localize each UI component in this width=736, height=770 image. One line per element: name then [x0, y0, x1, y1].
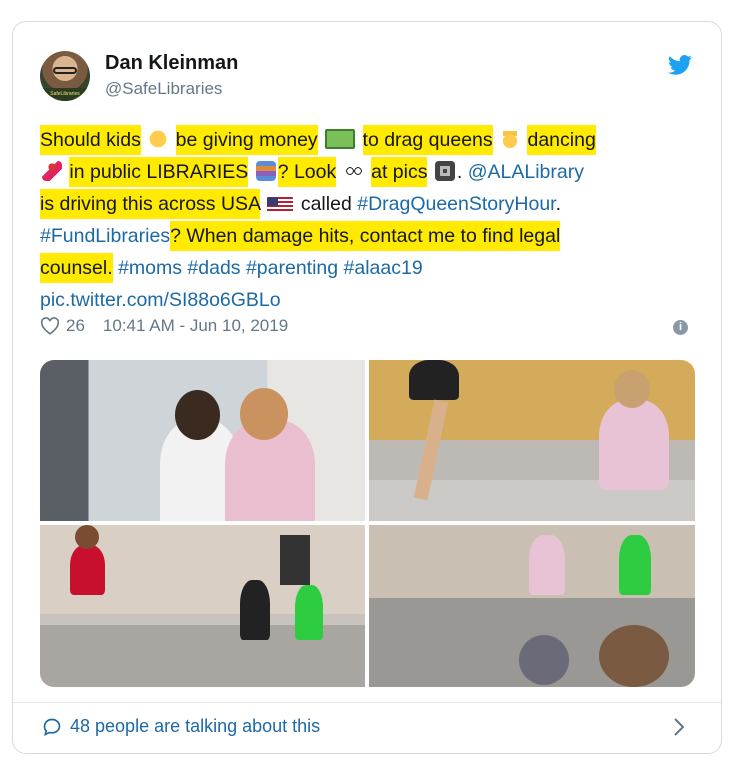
talking-link[interactable]: 48 people are talking about this: [42, 716, 320, 737]
tweet-text-segment: counsel.: [40, 253, 113, 283]
child-head: [240, 388, 288, 440]
author-avatar[interactable]: SafeLibraries: [40, 51, 90, 101]
avatar-glasses: [53, 67, 77, 74]
tweet-text: Should kids be giving money to drag quee…: [40, 124, 700, 316]
footer-divider: [13, 702, 721, 703]
child-figure: [295, 585, 323, 640]
tweet-timestamp[interactable]: 10:41 AM - Jun 10, 2019: [103, 316, 288, 336]
author-name[interactable]: Dan Kleinman: [105, 52, 238, 75]
talking-label: 48 people are talking about this: [70, 716, 321, 736]
mention-link[interactable]: @ALALibrary: [468, 161, 584, 183]
hashtag-link[interactable]: #FundLibraries: [40, 225, 170, 247]
media-grid[interactable]: [40, 360, 695, 687]
like-count[interactable]: 26: [66, 316, 85, 336]
tweet-text-segment: in public LIBRARIES: [69, 157, 249, 187]
tweet-text-segment: called: [295, 193, 358, 215]
speaker: [280, 535, 310, 585]
photo-3[interactable]: [40, 525, 365, 687]
child-figure: [240, 580, 270, 640]
camera-icon: [434, 161, 455, 181]
tweet-text-segment: ? When damage hits, contact me to find l…: [170, 221, 561, 251]
avatar-caption: SafeLibraries: [40, 88, 90, 101]
child-figure: [599, 400, 669, 490]
heart-icon[interactable]: [40, 317, 60, 335]
princess-icon: [500, 129, 521, 149]
photo-2[interactable]: [369, 360, 695, 521]
tweet-text-segment: at pics: [371, 157, 428, 187]
eyes-icon: [343, 161, 364, 181]
audience-head: [519, 635, 569, 685]
performer-figure: [70, 545, 105, 595]
tweet-text-segment: .: [555, 193, 562, 215]
dancer-icon: [42, 161, 62, 181]
child-head: [175, 390, 220, 440]
author-handle[interactable]: @SafeLibraries: [105, 79, 222, 99]
tweet-text-segment: be giving money: [175, 125, 318, 155]
audience-head: [599, 625, 669, 687]
tweet-meta: 26 10:41 AM - Jun 10, 2019: [40, 316, 288, 336]
tweet-text-segment: dancing: [527, 125, 596, 155]
chevron-right-icon[interactable]: [672, 716, 686, 738]
child-head: [614, 370, 650, 408]
info-icon[interactable]: i: [673, 320, 688, 335]
child-face-icon: [148, 129, 169, 149]
performer-head: [75, 525, 99, 549]
tweet-text-segment: is driving this across USA: [40, 189, 260, 219]
photo-1[interactable]: [40, 360, 365, 521]
books-icon: [255, 161, 276, 181]
photo-4[interactable]: [369, 525, 695, 687]
pic-link[interactable]: pic.twitter.com/SI88o6GBLo: [40, 289, 281, 311]
twitter-bird-icon[interactable]: [668, 55, 692, 75]
tweet-text-segment: ? Look: [277, 157, 337, 187]
money-bill-icon: [325, 129, 356, 149]
tweet-text-segment: to drag queens: [362, 125, 493, 155]
comment-bubble-icon: [43, 718, 61, 736]
child-figure: [529, 535, 565, 595]
performer-figure: [409, 360, 459, 400]
tweet-text-segment: .: [456, 161, 468, 183]
child-figure: [619, 535, 651, 595]
us-flag-icon: [267, 197, 294, 213]
hashtags-tail[interactable]: #moms #dads #parenting #alaac19: [118, 257, 423, 279]
hashtag-link[interactable]: #DragQueenStoryHour: [357, 193, 555, 215]
tweet-text-segment: Should kids: [40, 125, 141, 155]
